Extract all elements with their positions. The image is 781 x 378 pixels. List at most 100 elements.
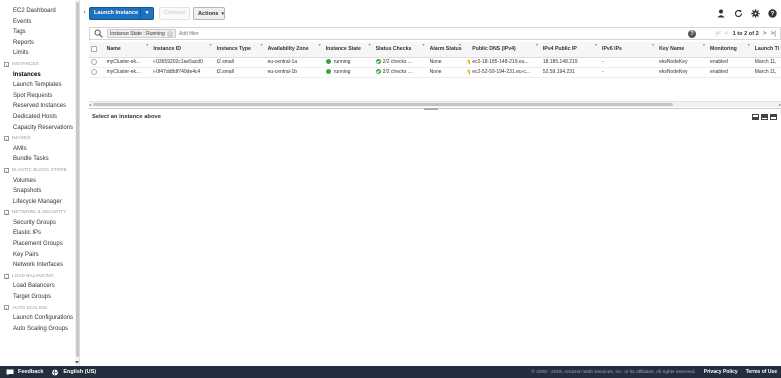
sidebar-item-volumes[interactable]: Volumes [13, 176, 79, 187]
layout-bottom-pane-icon[interactable] [752, 114, 759, 120]
prev-page-icon[interactable]: < [725, 30, 729, 37]
collapse-section-icon[interactable] [4, 305, 9, 311]
sort-icon[interactable]: ▾ [536, 42, 538, 47]
pane-splitter[interactable] [89, 108, 781, 111]
row-select-radio[interactable] [91, 58, 97, 65]
table-row[interactable]: myCluster-ek... i-03659202c1ae5acd0 t2.sma… [89, 57, 781, 68]
filter-help-icon[interactable]: ? [688, 30, 696, 38]
sidebar-item-key-pairs[interactable]: Key Pairs [13, 250, 79, 261]
remove-filter-icon[interactable]: × [166, 30, 173, 37]
column-header-ipv6-ips[interactable]: IPv6 IPs ▾ [600, 42, 658, 58]
user-icon[interactable] [716, 9, 726, 19]
privacy-policy-link[interactable]: Privacy Policy [704, 369, 738, 375]
sort-icon[interactable]: ▾ [459, 42, 461, 47]
table-row[interactable]: myCluster-ek... i-0f47dd8df740de4c4 t2.sma… [89, 67, 781, 78]
table-scroll-thumb[interactable] [93, 103, 673, 106]
connect-button[interactable]: Connect [159, 7, 190, 20]
sidebar-section-network-security[interactable]: NETWORK & SECURITY [4, 207, 79, 218]
layout-top-pane-icon[interactable] [761, 114, 768, 120]
sidebar-section-images[interactable]: IMAGES [4, 133, 79, 144]
column-header-monitoring[interactable]: Monitoring ▾ [708, 42, 753, 58]
column-header-instance-id[interactable]: Instance ID ▾ [151, 42, 215, 58]
column-header-key-name[interactable]: Key Name ▾ [657, 42, 709, 58]
sort-icon[interactable]: ▾ [652, 42, 654, 47]
collapse-section-icon[interactable] [4, 210, 9, 216]
sidebar-item-snapshots[interactable]: Snapshots [13, 186, 79, 197]
language-selector[interactable]: English (US) [63, 369, 96, 375]
collapse-sidebar-icon[interactable]: ‹ [81, 8, 88, 18]
sidebar-item-limits[interactable]: Limits [13, 48, 79, 59]
layout-full-pane-icon[interactable] [770, 114, 777, 120]
sidebar-item-placement-groups[interactable]: Placement Groups [13, 239, 79, 250]
filter-token[interactable]: Instance State : Running × [107, 29, 176, 38]
sidebar-item-launch-templates[interactable]: Launch Templates [13, 80, 79, 91]
sidebar-item-reserved-instances[interactable]: Reserved Instances [13, 101, 79, 112]
sort-icon[interactable]: ▾ [319, 42, 321, 47]
sidebar-item-bundle-tasks[interactable]: Bundle Tasks [13, 154, 79, 165]
collapse-section-icon[interactable] [4, 61, 9, 67]
row-select-radio[interactable] [91, 68, 97, 75]
sidebar-section-elastic-block-store[interactable]: ELASTIC BLOCK STORE [4, 165, 79, 176]
sidebar-item-load-balancers[interactable]: Load Balancers [13, 281, 79, 292]
table-horizontal-scrollbar[interactable]: ◂ ▸ [89, 101, 781, 107]
help-icon[interactable]: ? [767, 9, 777, 19]
column-header-status-checks[interactable]: Status Checks ▾ [373, 42, 428, 58]
sidebar-item-launch-configurations[interactable]: Launch Configurations [13, 313, 79, 324]
collapse-section-icon[interactable] [4, 135, 9, 141]
column-header-alarm-status[interactable]: Alarm Status ▾ [427, 42, 464, 58]
sidebar-section-auto-scaling[interactable]: AUTO SCALING [4, 303, 79, 314]
sort-icon[interactable]: ▾ [595, 42, 597, 47]
sort-icon[interactable]: ▾ [369, 42, 371, 47]
scroll-down-arrow-icon[interactable] [75, 360, 79, 364]
sidebar-item-amis[interactable]: AMIs [13, 144, 79, 155]
collapse-section-icon[interactable] [4, 167, 9, 173]
select-all-checkbox[interactable] [91, 46, 97, 53]
column-header-instance-type[interactable]: Instance Type ▾ [214, 42, 266, 58]
add-filter-input[interactable] [179, 29, 329, 38]
column-header-launch-ti[interactable]: Launch Ti [752, 42, 781, 58]
settings-icon[interactable] [750, 9, 760, 19]
sidebar-item-ec2-dashboard[interactable]: EC2 Dashboard [13, 6, 79, 17]
sidebar-item-network-interfaces[interactable]: Network Interfaces [13, 260, 79, 271]
last-page-icon[interactable]: >| [771, 30, 776, 37]
sort-icon[interactable]: ▾ [261, 42, 263, 47]
sidebar-item-reports[interactable]: Reports [13, 38, 79, 49]
sidebar-item-instances[interactable]: Instances [13, 70, 79, 81]
sidebar-item-events[interactable]: Events [13, 17, 79, 28]
collapse-section-icon[interactable] [4, 273, 9, 279]
sort-icon[interactable]: ▾ [423, 42, 425, 47]
column-header-availability-zone[interactable]: Availability Zone ▾ [265, 42, 324, 58]
column-header-ipv4-public-ip[interactable]: IPv4 Public IP ▾ [540, 42, 601, 58]
sidebar-item-security-groups[interactable]: Security Groups [13, 218, 79, 229]
sort-icon[interactable]: ▾ [703, 42, 705, 47]
sidebar-scrollbar[interactable] [75, 0, 79, 366]
sidebar-item-dedicated-hosts[interactable]: Dedicated Hosts [13, 112, 79, 123]
sidebar-item-lifecycle-manager[interactable]: Lifecycle Manager [13, 197, 79, 208]
sort-icon[interactable]: ▾ [146, 42, 148, 47]
feedback-link[interactable]: Feedback [18, 369, 43, 375]
sidebar-item-auto-scaling-groups[interactable]: Auto Scaling Groups [13, 324, 79, 335]
alarm-bell-icon[interactable] [466, 69, 471, 75]
column-header-public-dns-ipv4[interactable]: Public DNS (IPv4) ▾ [470, 42, 541, 58]
refresh-icon[interactable] [733, 9, 743, 19]
launch-dropdown-caret-icon[interactable]: ▼ [140, 8, 153, 19]
sidebar-item-tags[interactable]: Tags [13, 27, 79, 38]
first-page-icon[interactable]: |< [715, 30, 720, 37]
sidebar-item-spot-requests[interactable]: Spot Requests [13, 91, 79, 102]
terms-of-use-link[interactable]: Terms of Use [746, 369, 777, 375]
next-page-icon[interactable]: > [763, 30, 767, 37]
splitter-grip-icon[interactable] [424, 108, 438, 110]
launch-instance-button[interactable]: Launch Instance ▼ [89, 7, 154, 20]
column-header-name[interactable]: Name ▾ [104, 42, 152, 58]
scroll-left-arrow-icon[interactable]: ◂ [89, 102, 91, 107]
sidebar-item-target-groups[interactable]: Target Groups [13, 292, 79, 303]
actions-button[interactable]: Actions ▼ [193, 7, 225, 20]
sort-icon[interactable]: ▾ [210, 42, 212, 47]
sidebar-item-elastic-ips[interactable]: Elastic IPs [13, 228, 79, 239]
sort-icon[interactable]: ▾ [748, 42, 750, 47]
sidebar-item-capacity-reservations[interactable]: Capacity Reservations [13, 123, 79, 134]
sidebar-section-instances[interactable]: INSTANCES [4, 59, 79, 70]
column-header-instance-state[interactable]: Instance State ▾ [323, 42, 374, 58]
alarm-bell-icon[interactable] [466, 59, 471, 65]
sidebar-scroll-thumb[interactable] [75, 2, 79, 357]
